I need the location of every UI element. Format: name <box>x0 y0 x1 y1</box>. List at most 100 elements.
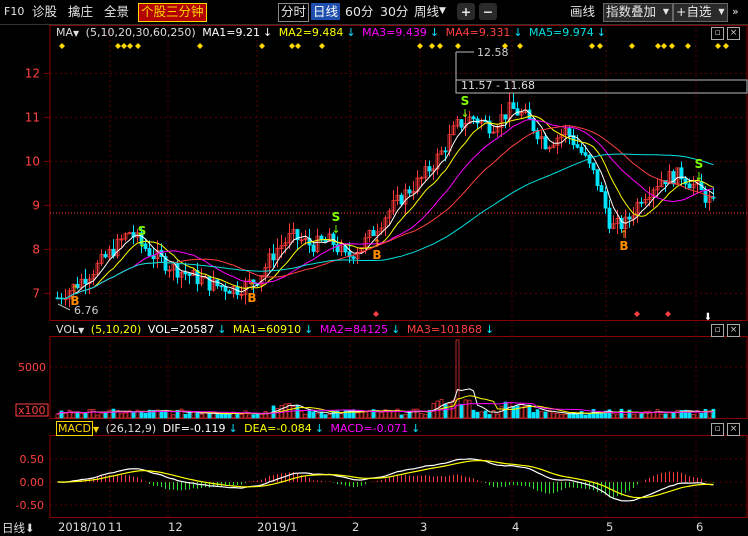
volume-bar <box>363 411 368 419</box>
macd-panel-frame <box>49 435 748 518</box>
close-icon[interactable]: × <box>727 27 740 40</box>
chevron-down-icon[interactable]: ▼ <box>93 425 99 434</box>
add-watchlist-dropdown[interactable]: +自选 ▼ <box>673 3 729 22</box>
event-marker <box>429 43 435 49</box>
arrow-down-icon: ↓ <box>346 26 356 39</box>
volume-bar <box>539 411 544 419</box>
event-marker <box>517 43 523 49</box>
vol-indicator-label[interactable]: VOL <box>56 323 78 336</box>
period-tab-30min[interactable]: 30分 <box>378 3 410 20</box>
candle-body <box>687 183 692 189</box>
period-tab-intraday[interactable]: 分时 <box>278 3 310 22</box>
date-label: 12 <box>168 520 183 534</box>
settings-box-icon[interactable]: ▫ <box>711 324 724 337</box>
event-marker <box>715 43 721 49</box>
volume-bar <box>403 414 408 419</box>
buy-signal: B <box>619 239 628 253</box>
volume-bar <box>327 413 332 419</box>
arrow-up-icon: ↑ <box>619 228 628 241</box>
candle-body <box>195 270 200 285</box>
event-marker <box>455 43 461 49</box>
volume-bar <box>259 414 264 419</box>
select-stock-button[interactable]: 擒庄 <box>66 3 95 20</box>
chevron-down-icon[interactable]: ▼ <box>437 3 448 20</box>
volume-bar <box>87 409 92 419</box>
volume-bar <box>203 412 208 419</box>
volume-bar <box>483 410 488 419</box>
macd-axis-label: 0.00 <box>20 476 45 489</box>
candle-body <box>271 253 276 261</box>
volume-bar <box>171 414 176 419</box>
date-label: 4 <box>512 520 520 534</box>
ma-header: MA▼ (5,10,20,30,60,250) MA1=9.21 ↓ MA2=9.… <box>56 26 609 40</box>
dif-value: DIF=-0.119 <box>162 422 226 435</box>
zoom-in-button[interactable]: + <box>457 3 475 20</box>
period-tab-60min[interactable]: 60分 <box>343 3 375 20</box>
vol-ma1-value: MA1=60910 <box>232 323 302 336</box>
chevron-down-icon[interactable]: ▼ <box>78 326 84 335</box>
overlay-index-dropdown[interactable]: 指数叠加 ▼ <box>603 3 674 22</box>
volume-bar <box>255 413 260 419</box>
panorama-button[interactable]: 全景 <box>102 3 131 20</box>
candle-body <box>603 191 608 209</box>
macd-axis-label: -0.50 <box>16 499 44 512</box>
volume-bar <box>555 412 560 419</box>
candle-body <box>583 152 588 156</box>
ma2-line <box>57 115 714 299</box>
macd-params: (26,12,9) <box>105 422 157 435</box>
zoom-out-button[interactable]: − <box>479 3 497 20</box>
volume-bar <box>207 413 212 419</box>
volume-bar <box>247 413 252 419</box>
add-watchlist-label: +自选 <box>676 4 712 19</box>
volume-bar <box>447 403 452 419</box>
vol-axis-label: 5000 <box>18 361 46 374</box>
volume-bar <box>659 413 664 419</box>
chevron-right-icon[interactable]: » <box>730 3 741 20</box>
chevron-down-icon[interactable]: ▼ <box>73 29 79 38</box>
arrow-down-icon: ⬇ <box>25 521 35 535</box>
volume-bar <box>543 411 548 419</box>
candle-body <box>83 278 88 285</box>
volume-bar <box>663 413 668 419</box>
candle-body <box>639 201 644 204</box>
vol-params: (5,10,20) <box>90 323 142 336</box>
macd-header: MACD ▼ (26,12,9) DIF=-0.119 ↓ DEA=-0.084 ↓ … <box>56 421 423 436</box>
settings-box-icon[interactable]: ▫ <box>711 423 724 436</box>
volume-bar <box>411 408 416 419</box>
range-label: 11.57 - 11.68 <box>461 79 535 92</box>
volume-bar <box>179 408 184 419</box>
candle-body <box>443 150 448 153</box>
arrow-up-icon: ↑ <box>70 283 79 296</box>
chevron-down-icon: ▼ <box>718 7 725 16</box>
candle-body <box>371 230 376 237</box>
period-label[interactable]: 日线⬇ <box>2 520 35 536</box>
period-tab-daily[interactable]: 日线 <box>311 3 341 20</box>
settings-box-icon[interactable]: ▫ <box>711 27 724 40</box>
event-marker <box>655 43 661 49</box>
high-price-label: 12.58 <box>477 46 509 59</box>
diagnose-button[interactable]: 诊股 <box>30 3 59 20</box>
candle-body <box>579 146 584 154</box>
volume-bar <box>635 412 640 419</box>
volume-bar <box>551 412 556 419</box>
ma4-line <box>57 125 714 299</box>
intraday-3min-button[interactable]: 个股三分钟 <box>138 3 207 22</box>
macd-indicator-label[interactable]: MACD <box>56 421 93 436</box>
f10-button[interactable]: F10 <box>2 3 26 20</box>
close-icon[interactable]: × <box>727 423 740 436</box>
volume-bar <box>91 408 96 419</box>
volume-bar <box>183 413 188 419</box>
date-label: 11 <box>108 520 123 534</box>
close-icon[interactable]: × <box>727 324 740 337</box>
price-axis-label: 11 <box>25 110 40 124</box>
ma2-value: MA2=9.484 <box>278 26 344 39</box>
volume-bar <box>399 414 404 419</box>
draw-line-button[interactable]: 画线 <box>568 3 597 20</box>
ma-indicator-label[interactable]: MA <box>56 26 73 39</box>
arrow-down-icon: ↓ <box>429 26 440 39</box>
vol-ma3-value: MA3=101868 <box>406 323 483 336</box>
candle-body <box>227 290 232 294</box>
event-marker <box>669 43 675 49</box>
volume-bar <box>167 411 172 419</box>
event-marker <box>59 43 65 49</box>
